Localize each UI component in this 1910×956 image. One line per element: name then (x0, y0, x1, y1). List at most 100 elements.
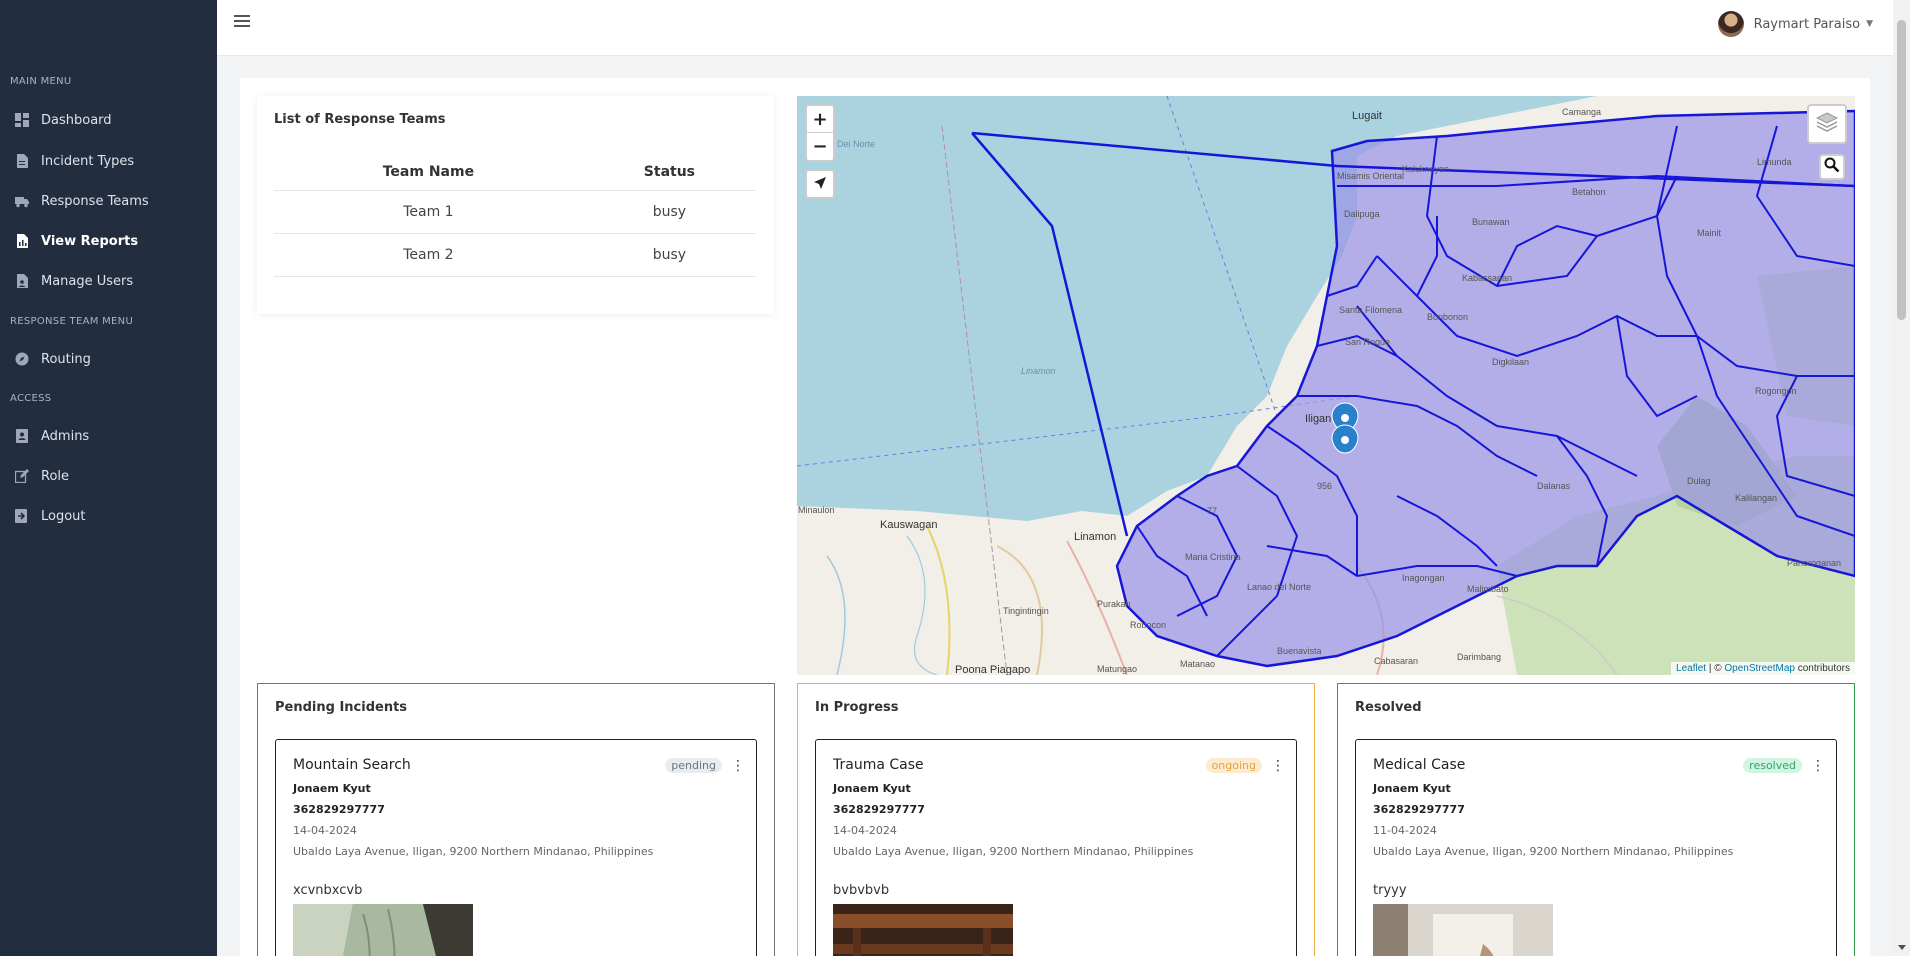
sidebar-item-label: Admins (41, 428, 90, 444)
sidebar-item-view-reports[interactable]: View Reports (0, 222, 217, 260)
incident-marker[interactable] (1331, 424, 1359, 454)
scroll-down-arrow-icon[interactable] (1898, 945, 1906, 950)
map-label: Minaulon (798, 505, 835, 515)
sidebar-item-incident-types[interactable]: Incident Types (0, 142, 217, 180)
sidebar-item-label: Dashboard (41, 112, 112, 128)
map-label: Kauswagan (880, 519, 938, 531)
map-label: Buenavista (1277, 646, 1322, 656)
column-title: Resolved (1355, 700, 1422, 715)
chevron-down-icon: ▼ (1866, 19, 1873, 29)
map-base-layer (797, 96, 1855, 675)
incident-photo[interactable] (293, 904, 473, 956)
map-label: Robocon (1130, 620, 1167, 630)
search-icon (1824, 157, 1840, 177)
map-label: Linamon (1074, 531, 1117, 543)
map-label: Camanga (1562, 107, 1602, 117)
reporter-name: Jonaem Kyut (833, 782, 911, 795)
map-attribution: Leaflet | © OpenStreetMap contributors (1671, 662, 1855, 675)
sidebar-section-access: ACCESS (10, 393, 52, 404)
sidebar-item-routing[interactable]: Routing (0, 340, 217, 378)
sidebar: MAIN MENU Dashboard Incident Types Respo… (0, 0, 217, 956)
pending-incidents-column: Pending Incidents Mountain Search pendin… (257, 683, 775, 956)
page-scrollbar[interactable] (1893, 0, 1910, 956)
reporter-phone: 362829297777 (293, 803, 385, 816)
leaflet-link[interactable]: Leaflet (1676, 663, 1706, 674)
attribution-suffix: contributors (1794, 663, 1850, 674)
map-label: Matanao (1180, 659, 1216, 669)
compass-icon (15, 352, 29, 366)
column-title: In Progress (815, 700, 899, 715)
column-title: Pending Incidents (275, 700, 408, 715)
map-label: Dulag (1687, 476, 1711, 486)
in-progress-column: In Progress Trauma Case ongoing ⋮ Jonaem… (797, 683, 1315, 956)
map-search-button[interactable] (1819, 154, 1845, 180)
sidebar-item-dashboard[interactable]: Dashboard (0, 101, 217, 139)
user-menu[interactable]: Raymart Paraiso ▼ (1717, 11, 1873, 37)
incident-map[interactable]: Lugait Camanga Kaluknayan Limunda Betaho… (797, 96, 1855, 675)
zoom-in-button[interactable]: + (807, 106, 833, 133)
sidebar-item-label: Manage Users (41, 273, 134, 289)
sidebar-item-role[interactable]: Role (0, 457, 217, 495)
sidebar-item-label: Incident Types (41, 153, 135, 169)
map-label: Limunda (1757, 157, 1792, 167)
sidebar-section-main-menu: MAIN MENU (10, 76, 72, 87)
incident-card[interactable]: Medical Case resolved ⋮ Jonaem Kyut 3628… (1355, 739, 1837, 956)
sidebar-item-logout[interactable]: Logout (0, 497, 217, 535)
table-row: Team 2 busy (274, 233, 756, 277)
map-label: Misamis Oriental (1337, 171, 1405, 181)
incident-title: Medical Case (1373, 757, 1466, 773)
map-label: Darimbang (1457, 652, 1502, 662)
more-options-icon[interactable]: ⋮ (1811, 757, 1825, 775)
map-label: Poona Piagapo (955, 664, 1031, 675)
team-status-cell: busy (582, 190, 756, 234)
layers-icon (1815, 111, 1839, 137)
incident-card[interactable]: Mountain Search pending ⋮ Jonaem Kyut 36… (275, 739, 757, 956)
team-name-cell: Team 1 (274, 190, 583, 234)
menu-toggle-icon[interactable] (234, 15, 250, 29)
sidebar-item-label: Role (41, 468, 70, 484)
map-label: Digkilaan (1492, 357, 1530, 367)
layers-button[interactable] (1807, 104, 1847, 144)
openstreetmap-link[interactable]: OpenStreetMap (1724, 663, 1795, 674)
incident-date: 14-04-2024 (833, 824, 897, 837)
incident-date: 11-04-2024 (1373, 824, 1437, 837)
sidebar-item-manage-users[interactable]: Manage Users (0, 262, 217, 300)
zoom-out-button[interactable]: − (807, 133, 833, 160)
more-options-icon[interactable]: ⋮ (731, 757, 745, 775)
locate-button[interactable] (805, 169, 835, 199)
incident-address: Ubaldo Laya Avenue, Iligan, 9200 Norther… (833, 845, 1194, 858)
map-label: Kabacsanan (1462, 273, 1513, 283)
team-name-cell: Team 2 (274, 233, 583, 277)
map-label: 77 (1207, 506, 1218, 516)
map-label: Tingintingin (1003, 606, 1049, 616)
report-icon (15, 234, 29, 248)
user-name: Raymart Paraiso (1753, 16, 1861, 32)
truck-icon (15, 194, 29, 208)
incident-title: Trauma Case (833, 757, 924, 773)
incident-photo[interactable] (833, 904, 1013, 956)
incident-date: 14-04-2024 (293, 824, 357, 837)
map-label: Bunawan (1472, 217, 1510, 227)
incident-card[interactable]: Trauma Case ongoing ⋮ Jonaem Kyut 362829… (815, 739, 1297, 956)
file-icon (15, 154, 29, 168)
sidebar-item-response-teams[interactable]: Response Teams (0, 182, 217, 220)
more-options-icon[interactable]: ⋮ (1271, 757, 1285, 775)
map-label: Betahon (1572, 187, 1606, 197)
map-label: Dalipuga (1344, 209, 1380, 219)
map-label: Dei Norte (837, 139, 876, 149)
incident-description: tryyy (1373, 883, 1407, 898)
column-header-status: Status (582, 154, 756, 191)
map-label: Dalanas (1537, 481, 1571, 491)
id-card-icon (15, 429, 29, 443)
incident-photo[interactable] (1373, 904, 1553, 956)
scrollbar-thumb[interactable] (1897, 20, 1906, 320)
map-label: Bonbonon (1427, 312, 1469, 322)
map-label: Santa Filomena (1339, 305, 1403, 315)
sidebar-item-label: Logout (41, 508, 86, 524)
avatar (1717, 11, 1744, 37)
sidebar-item-admins[interactable]: Admins (0, 417, 217, 455)
map-label: Rogongon (1755, 386, 1797, 396)
reporter-phone: 362829297777 (833, 803, 925, 816)
map-label: Linamon (1021, 366, 1056, 376)
map-label: Kaluknayan (1402, 164, 1450, 174)
